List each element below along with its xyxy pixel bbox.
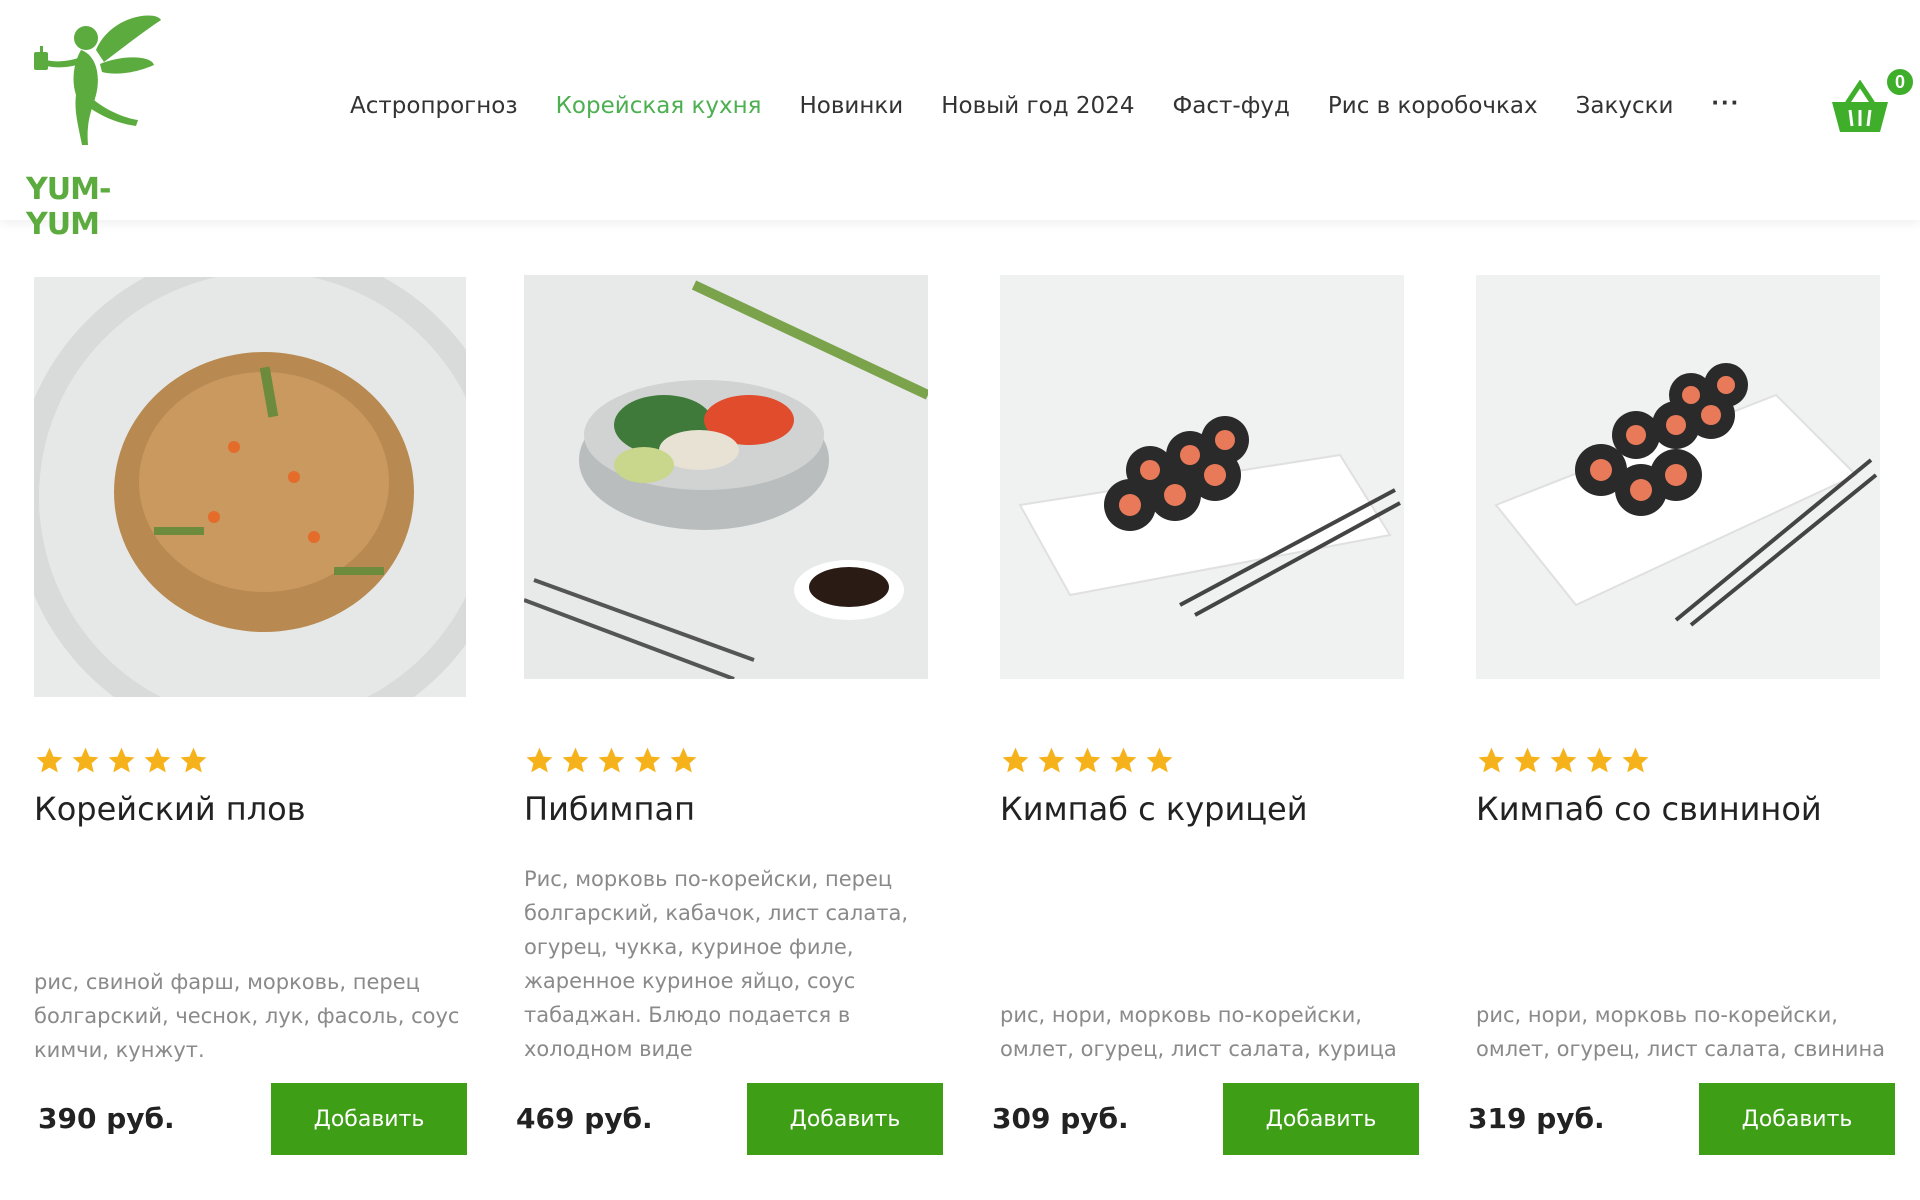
product-price: 309 руб.: [992, 1102, 1129, 1135]
nav-item-new[interactable]: Новинки: [799, 93, 903, 119]
logo[interactable]: YUM-YUM: [26, 10, 166, 242]
product-description: Рис, морковь по-корейски, перец болгарск…: [524, 867, 908, 1061]
nav-item-new-year[interactable]: Новый год 2024: [941, 93, 1134, 119]
add-to-cart-button[interactable]: Добавить: [1223, 1083, 1419, 1155]
site-header: YUM-YUM Астропрогноз Корейская кухня Нов…: [0, 0, 1920, 242]
product-title[interactable]: Кимпаб с курицей: [1000, 790, 1308, 828]
product-image[interactable]: [1476, 275, 1880, 679]
star-icon: [1586, 747, 1613, 773]
nav-item-fast-food[interactable]: Фаст-фуд: [1172, 93, 1289, 119]
product-price: 469 руб.: [516, 1102, 653, 1135]
product-description: рис, свиной фарш, морковь, перец болгарс…: [34, 970, 460, 1062]
basket-icon: [1832, 79, 1888, 132]
product-card: Кимпаб со свининой рис, нори, морковь по…: [1476, 275, 1920, 1175]
nav-item-astro[interactable]: Астропрогноз: [350, 93, 518, 119]
rating-stars: [524, 745, 699, 776]
star-icon: [1146, 747, 1173, 773]
nav-item-snacks[interactable]: Закуски: [1576, 93, 1674, 119]
nav-item-korean-cuisine[interactable]: Корейская кухня: [556, 93, 762, 119]
star-icon: [526, 747, 553, 773]
more-menu-icon[interactable]: ···: [1711, 87, 1740, 118]
star-icon: [108, 747, 135, 773]
fairy-logo-icon: [34, 15, 161, 145]
star-icon: [180, 747, 207, 773]
product-price: 390 руб.: [38, 1102, 175, 1135]
star-icon: [1550, 747, 1577, 773]
nav-item-rice-boxes[interactable]: Рис в коробочках: [1328, 93, 1538, 119]
product-title[interactable]: Пибимпап: [524, 790, 695, 828]
star-icon: [1514, 747, 1541, 773]
star-icon: [598, 747, 625, 773]
rating-stars: [34, 745, 209, 776]
cart-count-badge: 0: [1884, 66, 1916, 98]
brand-name: YUM-YUM: [26, 172, 111, 242]
star-icon: [144, 747, 171, 773]
product-title[interactable]: Кимпаб со свининой: [1476, 790, 1822, 828]
add-to-cart-button[interactable]: Добавить: [1699, 1083, 1895, 1155]
star-icon: [1074, 747, 1101, 773]
star-icon: [1478, 747, 1505, 773]
star-icon: [634, 747, 661, 773]
star-icon: [670, 747, 697, 773]
product-image[interactable]: [524, 275, 928, 679]
main-nav: Астропрогноз Корейская кухня Новинки Нов…: [350, 86, 1740, 126]
product-card: Кимпаб с курицей рис, нори, морковь по-к…: [1000, 275, 1450, 1175]
product-image[interactable]: [1000, 275, 1404, 679]
star-icon: [36, 747, 63, 773]
product-description: рис, нори, морковь по-корейски, омлет, о…: [1000, 1003, 1397, 1061]
add-to-cart-button[interactable]: Добавить: [271, 1083, 467, 1155]
product-price: 319 руб.: [1468, 1102, 1605, 1135]
product-title[interactable]: Корейский плов: [34, 790, 306, 828]
star-icon: [562, 747, 589, 773]
product-description: рис, нори, морковь по-корейски, омлет, о…: [1476, 1003, 1886, 1061]
star-icon: [1622, 747, 1649, 773]
rating-stars: [1476, 745, 1651, 776]
star-icon: [1110, 747, 1137, 773]
star-icon: [72, 747, 99, 773]
star-icon: [1038, 747, 1065, 773]
rating-stars: [1000, 745, 1175, 776]
star-icon: [1002, 747, 1029, 773]
product-image[interactable]: [34, 277, 466, 697]
add-to-cart-button[interactable]: Добавить: [747, 1083, 943, 1155]
product-card: Пибимпап Рис, морковь по-корейски, перец…: [524, 275, 974, 1175]
product-card: Корейский плов рис, свиной фарш, морковь…: [34, 275, 484, 1175]
